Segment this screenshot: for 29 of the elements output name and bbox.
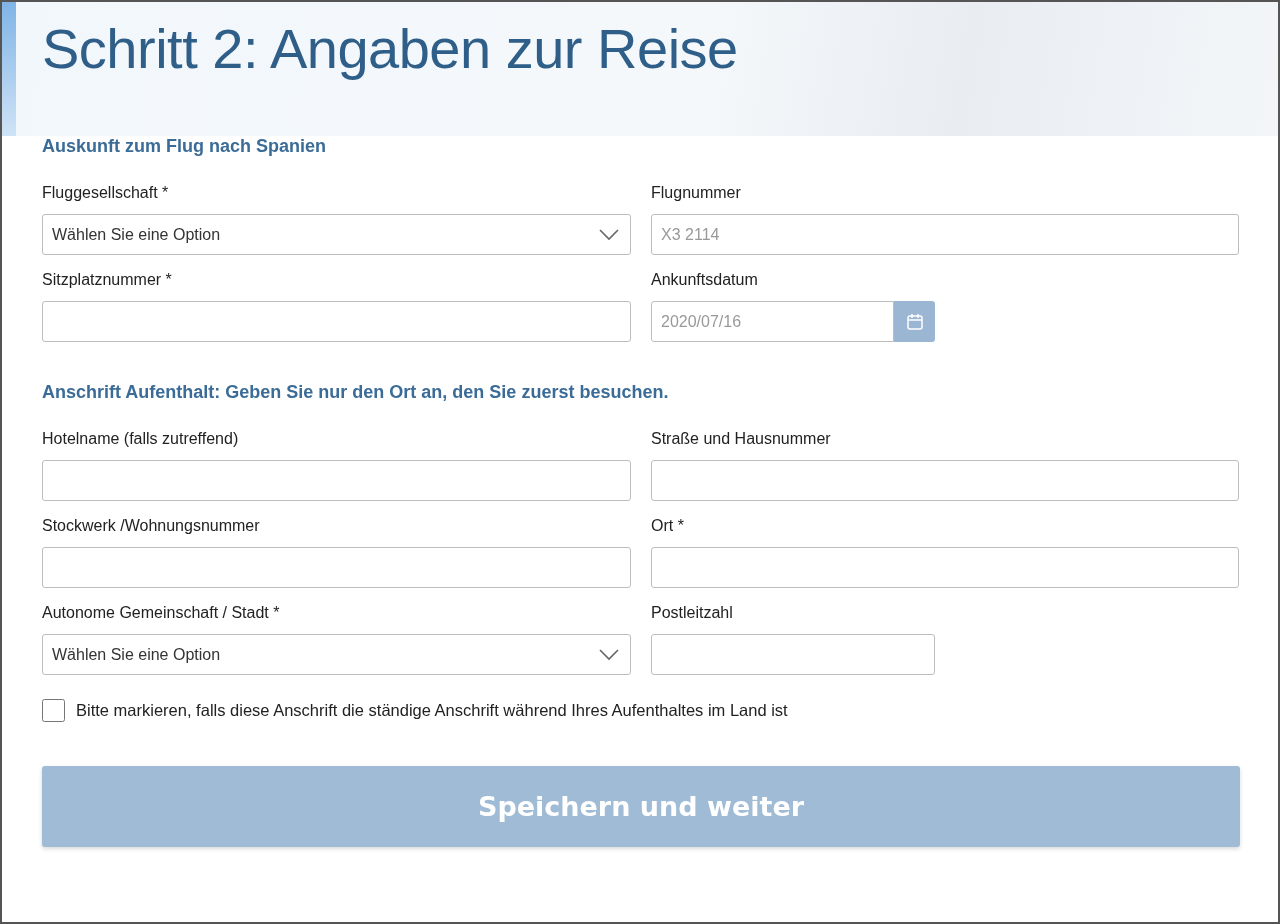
input-field[interactable] (42, 547, 631, 588)
section-heading: Anschrift Aufenthalt: Geben Sie nur den Ort an, den Sie zuerst besuchen. (42, 382, 670, 404)
chevron-down-icon (599, 228, 619, 241)
input-field[interactable] (42, 301, 631, 342)
input-field[interactable] (42, 460, 631, 501)
input-field[interactable] (651, 634, 935, 675)
select-field[interactable]: Wählen Sie eine Option (42, 634, 631, 675)
page-title: Schritt 2: Angaben zur Reise (42, 16, 738, 81)
field-label: Ankunftsdatum (651, 270, 759, 290)
field-label: Fluggesellschaft * (42, 183, 170, 203)
field-label: Stockwerk /Wohnungsnummer (42, 516, 261, 536)
checkbox[interactable] (42, 699, 65, 722)
input-field[interactable] (651, 460, 1239, 501)
input-field[interactable]: X3 2114 (651, 214, 1239, 255)
field-label: Autonome Gemeinschaft / Stadt * (42, 603, 281, 623)
section-heading: Auskunft zum Flug nach Spanien (42, 136, 327, 158)
chevron-down-icon (599, 648, 619, 661)
field-label: Flugnummer (651, 183, 742, 203)
field-label: Postleitzahl (651, 603, 734, 623)
input-field[interactable] (651, 547, 1239, 588)
checkbox-label: Bitte markieren, falls diese Anschrift die ständige Anschrift während Ihres Aufenthaltes im Land ist (76, 701, 788, 720)
select-field[interactable]: Wählen Sie eine Option (42, 214, 631, 255)
field-label: Ort * (651, 516, 685, 536)
calendar-button[interactable] (894, 301, 935, 342)
field-label: Straße und Hausnummer (651, 429, 832, 449)
date-field[interactable]: 2020/07/16 (651, 301, 894, 342)
field-label: Sitzplatznummer * (42, 270, 173, 290)
field-label: Hotelname (falls zutreffend) (42, 429, 240, 449)
calendar-icon (905, 312, 924, 331)
